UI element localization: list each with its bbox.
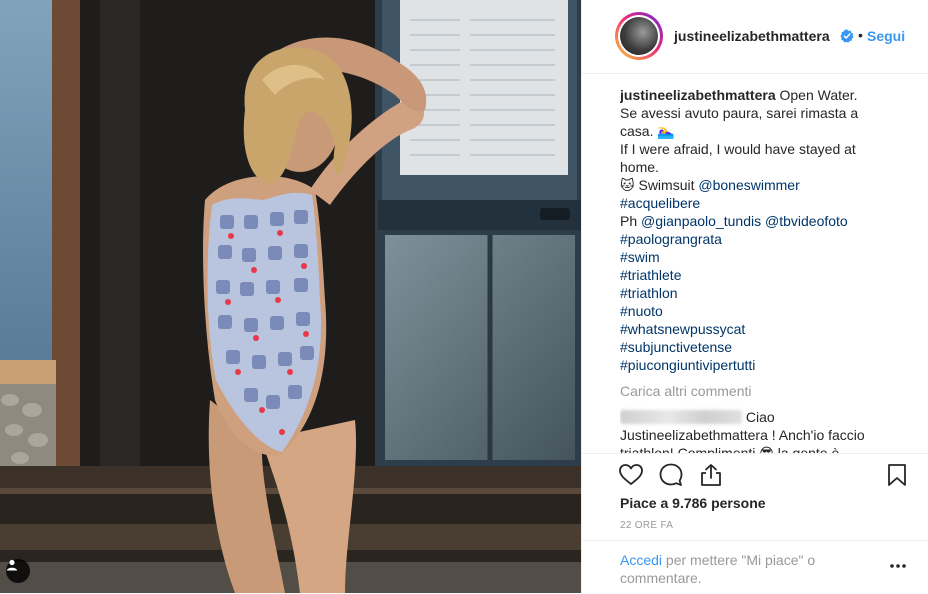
- caption-text: Ph: [620, 213, 642, 229]
- post-timestamp[interactable]: 22 ORE FA: [620, 520, 673, 531]
- comment-login-footer: Accedi per mettere "Mi piace" o commenta…: [582, 540, 928, 594]
- hashtag-link[interactable]: #paolograngrata: [620, 230, 890, 248]
- hashtag-link[interactable]: #piucongiuntivipertutti: [620, 356, 890, 374]
- verified-badge-icon: [840, 29, 854, 43]
- comment-item: Ciao Justineelizabethmattera ! Anch'io f…: [620, 408, 890, 454]
- caption-line: Open Water.: [779, 87, 858, 103]
- login-link[interactable]: Accedi: [620, 552, 662, 568]
- mention-link[interactable]: @gianpaolo_tundis: [641, 213, 761, 229]
- separator-dot: •: [858, 27, 863, 43]
- post-photo[interactable]: [0, 0, 581, 593]
- caption-line: If I were afraid, I would have stayed at: [620, 141, 856, 157]
- login-prompt: Accedi per mettere "Mi piace" o commenta…: [620, 551, 850, 587]
- likes-count[interactable]: Piace a 9.786 persone: [620, 495, 766, 511]
- avatar[interactable]: [615, 12, 663, 60]
- comments-list: justineelizabethmattera Open Water. Se a…: [620, 86, 890, 454]
- share-icon[interactable]: [698, 462, 724, 488]
- hashtag-link[interactable]: #triathlete: [620, 266, 890, 284]
- comment-text: Ciao: [745, 409, 775, 425]
- comment-bubble-icon[interactable]: [658, 462, 684, 488]
- post-image: [0, 0, 581, 593]
- caption-line: Se avessi avuto paura, sarei rimasta a: [620, 105, 859, 121]
- action-bar: [582, 453, 928, 494]
- post-header: justineelizabethmattera • Segui: [582, 0, 928, 74]
- caption-line: 🐱 Swimsuit: [620, 177, 699, 193]
- post-caption: justineelizabethmattera Open Water. Se a…: [620, 86, 890, 374]
- follow-button[interactable]: Segui: [867, 28, 905, 44]
- mention-link[interactable]: @boneswimmer: [698, 177, 799, 193]
- more-options-icon[interactable]: [889, 563, 907, 569]
- bookmark-icon[interactable]: [884, 462, 910, 488]
- hashtag-link[interactable]: #nuoto: [620, 302, 890, 320]
- blurred-username: [620, 410, 742, 424]
- hashtag-link[interactable]: #swim: [620, 248, 890, 266]
- caption-username[interactable]: justineelizabethmattera: [620, 87, 776, 103]
- mention-link[interactable]: @tbvideofoto: [765, 213, 848, 229]
- post-side-panel: justineelizabethmattera • Segui justinee…: [581, 0, 928, 593]
- caption-line: home.: [620, 159, 659, 175]
- hashtag-link[interactable]: #subjunctivetense: [620, 338, 890, 356]
- load-more-comments[interactable]: Carica altri commenti: [620, 382, 890, 400]
- heart-icon[interactable]: [618, 462, 644, 488]
- hashtag-link[interactable]: #acquelibere: [620, 194, 890, 212]
- hashtag-link[interactable]: #triathlon: [620, 284, 890, 302]
- user-tag-icon[interactable]: [6, 559, 30, 583]
- header-username[interactable]: justineelizabethmattera: [674, 28, 830, 44]
- hashtag-link[interactable]: #whatsnewpussycat: [620, 320, 890, 338]
- comment-text: Justineelizabethmattera ! Anch'io faccio: [620, 427, 865, 443]
- caption-line: casa. 🏊‍♀️: [620, 123, 675, 139]
